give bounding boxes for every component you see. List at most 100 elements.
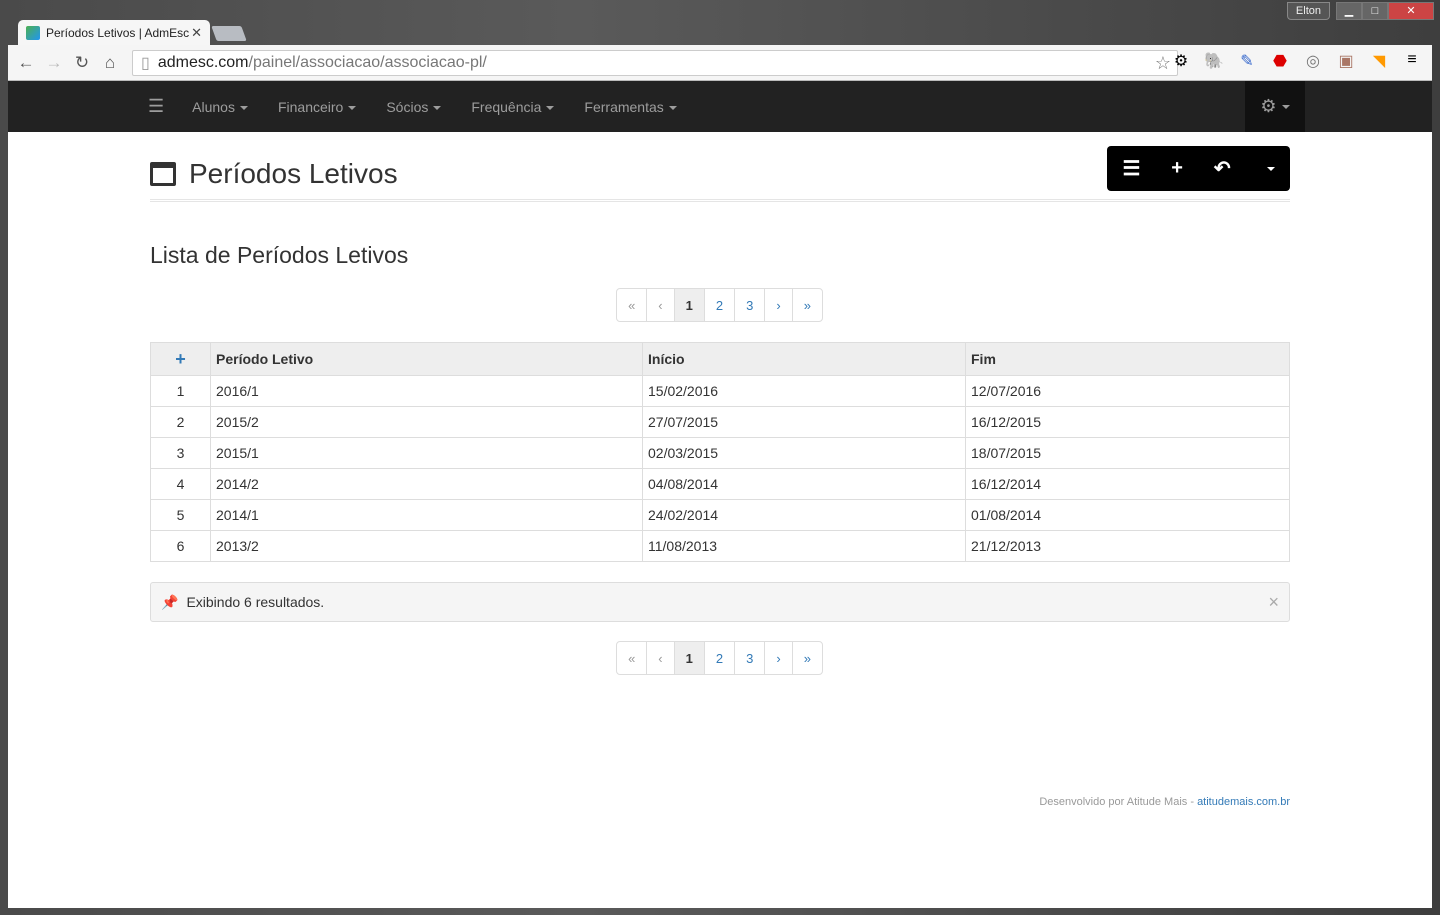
navbar: ☰ Alunos Financeiro Sócios Frequência Fe… [8, 81, 1432, 132]
home-icon[interactable]: ⌂ [96, 53, 124, 73]
prev-page[interactable]: ‹ [646, 288, 675, 322]
close-alert-icon[interactable]: × [1268, 592, 1279, 613]
nav-label: Alunos [192, 98, 235, 115]
table-cell: 2013/2 [210, 530, 643, 562]
back-button[interactable]: ↶ [1214, 156, 1231, 181]
last-page[interactable]: » [791, 641, 823, 675]
table-cell: 27/07/2015 [642, 406, 966, 438]
page-1[interactable]: 1 [673, 288, 705, 322]
rss-icon[interactable]: ◥ [1369, 51, 1389, 71]
browser-tab[interactable]: Períodos Letivos | AdmEsc ✕ [18, 20, 210, 46]
close-tab-icon[interactable]: ✕ [191, 25, 202, 41]
maximize-button[interactable]: □ [1362, 2, 1388, 20]
table-row[interactable]: 6 2013/2 11/08/2013 21/12/2013 [150, 530, 1290, 562]
more-dropdown[interactable] [1262, 157, 1275, 180]
nav-label: Ferramentas [584, 98, 664, 115]
table-cell: 2014/1 [210, 499, 643, 531]
table-cell: 5 [150, 499, 211, 531]
address-bar[interactable]: ▯ admesc.com/painel/associacao/associacao… [132, 50, 1178, 76]
table-cell: 04/08/2014 [642, 468, 966, 500]
web-page: ☰ Alunos Financeiro Sócios Frequência Fe… [8, 81, 1432, 908]
url-host: admesc.com [157, 54, 249, 71]
col-fim[interactable]: Fim [965, 342, 1290, 376]
first-page[interactable]: « [616, 641, 648, 675]
pin-icon: 📌 [161, 593, 179, 610]
footer-text: Desenvolvido por Atitude Mais - [1039, 796, 1198, 808]
nav-label: Sócios [386, 98, 429, 115]
forward-icon[interactable]: → [40, 53, 68, 73]
eyedropper-icon[interactable]: ✎ [1237, 51, 1257, 71]
table-row[interactable]: 4 2014/2 04/08/2014 16/12/2014 [150, 468, 1290, 500]
table-cell: 12/07/2016 [965, 375, 1290, 407]
reload-icon[interactable]: ↻ [68, 53, 96, 73]
last-page[interactable]: » [791, 288, 823, 322]
table-cell: 15/02/2016 [642, 375, 966, 407]
results-alert: 📌 Exibindo 6 resultados. × [150, 582, 1290, 622]
chrome-menu-icon[interactable]: ≡ [1402, 51, 1422, 71]
page-1[interactable]: 1 [673, 641, 705, 675]
nav-financeiro[interactable]: Financeiro [278, 99, 357, 115]
nav-socios[interactable]: Sócios [386, 98, 442, 115]
evernote-icon[interactable]: 🐘 [1204, 51, 1224, 71]
profile-button[interactable]: Elton [1286, 2, 1330, 20]
table-row[interactable]: 1 2016/1 15/02/2016 12/07/2016 [150, 375, 1290, 407]
table-row[interactable]: 3 2015/1 02/03/2015 18/07/2015 [150, 437, 1290, 469]
table-cell: 16/12/2014 [965, 468, 1290, 500]
table-cell: 2014/2 [210, 468, 643, 500]
page-3[interactable]: 3 [734, 288, 766, 322]
instagram-icon[interactable]: ▣ [1336, 51, 1356, 71]
nav-ferramentas[interactable]: Ferramentas [584, 98, 677, 115]
table-cell: 1 [150, 375, 211, 407]
table-row[interactable]: 2 2015/2 27/07/2015 16/12/2015 [150, 406, 1290, 438]
page-3[interactable]: 3 [734, 641, 766, 675]
col-periodo[interactable]: Período Letivo [210, 342, 643, 376]
table-cell: 2015/2 [210, 406, 643, 438]
table-cell: 2016/1 [210, 375, 643, 407]
adblock-icon[interactable]: ⬣ [1270, 51, 1290, 71]
table-cell: 3 [150, 437, 211, 469]
url-path: /painel/associacao/associacao-pl/ [248, 54, 487, 71]
add-row-icon[interactable]: + [150, 342, 211, 376]
page-title: Períodos Letivos [189, 158, 398, 189]
table-cell: 02/03/2015 [642, 437, 966, 469]
nav-frequencia[interactable]: Frequência [471, 98, 555, 115]
pagination-bottom: « ‹ 1 2 3 › » [150, 641, 1290, 675]
prev-page[interactable]: ‹ [646, 641, 675, 675]
page-2[interactable]: 2 [703, 288, 736, 322]
nav-alunos[interactable]: Alunos [192, 99, 248, 115]
add-button[interactable]: + [1171, 157, 1183, 180]
footer-link[interactable]: atitudemais.com.br [1197, 796, 1290, 808]
table-cell: 6 [150, 530, 211, 562]
bookmark-star-icon[interactable]: ☆ [1155, 53, 1171, 74]
gear-icon: ⚙ [1260, 96, 1277, 116]
page-2[interactable]: 2 [703, 641, 736, 675]
pagination-top: « ‹ 1 2 3 › » [150, 288, 1290, 322]
back-icon[interactable]: ← [12, 53, 40, 73]
first-page[interactable]: « [616, 288, 648, 322]
close-window-button[interactable]: ✕ [1388, 2, 1434, 20]
minimize-button[interactable]: ▁ [1336, 2, 1362, 20]
favicon-icon [26, 26, 40, 40]
footer: Desenvolvido por Atitude Mais - atitudem… [1039, 796, 1290, 808]
list-button[interactable]: ☰ [1122, 156, 1140, 181]
table-row[interactable]: 5 2014/1 24/02/2014 01/08/2014 [150, 499, 1290, 531]
table-cell: 18/07/2015 [965, 437, 1290, 469]
col-inicio[interactable]: Início [642, 342, 966, 376]
list-heading: Lista de Períodos Letivos [150, 242, 409, 268]
next-page[interactable]: › [764, 288, 793, 322]
new-tab-button[interactable] [211, 26, 247, 41]
settings-dropdown[interactable]: ⚙ [1245, 81, 1305, 132]
table-cell: 21/12/2013 [965, 530, 1290, 562]
settings-extension-icon[interactable]: ⚙ [1171, 51, 1191, 71]
table-cell: 11/08/2013 [642, 530, 966, 562]
calendar-icon [150, 162, 176, 186]
hamburger-icon[interactable]: ☰ [148, 96, 164, 117]
table-cell: 01/08/2014 [965, 499, 1290, 531]
page-header: Períodos Letivos ☰ + ↶ [150, 132, 1290, 202]
nav-label: Frequência [471, 98, 542, 115]
next-page[interactable]: › [764, 641, 793, 675]
periods-table: + Período Letivo Início Fim 1 2016/1 15/02/20… [150, 342, 1290, 562]
tab-title: Períodos Letivos | AdmEsc [46, 26, 190, 40]
sync-icon[interactable]: ◎ [1303, 51, 1323, 71]
action-toolbar: ☰ + ↶ [1107, 146, 1290, 191]
